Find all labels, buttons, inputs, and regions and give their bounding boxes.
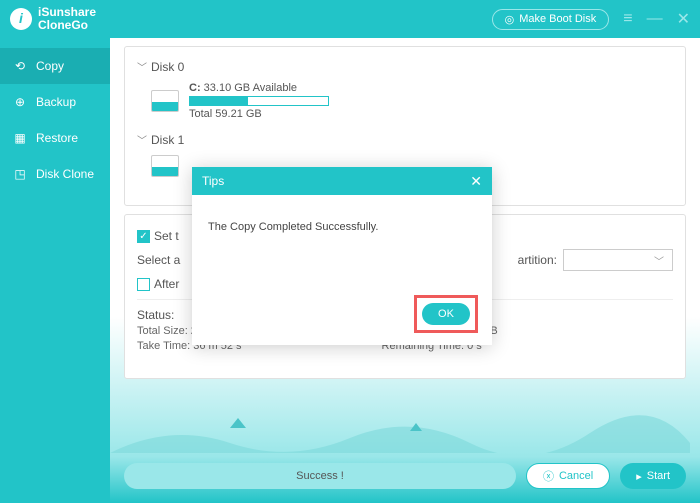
tips-dialog: Tips ✕ The Copy Completed Successfully. …: [192, 167, 492, 345]
disc-icon: ◎: [505, 13, 515, 26]
sidebar-label: Restore: [36, 131, 78, 145]
ok-highlight: OK: [414, 295, 478, 333]
backup-icon: ⊕: [12, 94, 28, 110]
after-text: After: [154, 277, 179, 291]
sidebar-item-restore[interactable]: ▦ Restore: [0, 120, 110, 156]
drive-available: 33.10 GB Available: [204, 82, 297, 94]
close-icon[interactable]: ✕: [677, 9, 690, 29]
minimize-icon[interactable]: —: [647, 10, 663, 28]
disk-clone-icon: ◳: [12, 166, 28, 182]
disk1-label: Disk 1: [151, 133, 184, 147]
app-logo: i iSunshare CloneGo: [10, 6, 96, 32]
dialog-title: Tips: [202, 174, 224, 188]
drive-letter: C:: [189, 82, 201, 94]
logo-icon: i: [10, 8, 32, 30]
disk0-label: Disk 0: [151, 60, 184, 74]
select-prefix: Select a: [137, 253, 180, 267]
titlebar: i iSunshare CloneGo ◎ Make Boot Disk ≡ —…: [0, 0, 700, 38]
drive-icon: [151, 155, 179, 177]
chevron-down-icon: ﹀: [137, 132, 147, 147]
cancel-label: Cancel: [559, 470, 593, 482]
dialog-message: The Copy Completed Successfully.: [208, 221, 476, 233]
start-button[interactable]: ▸ Start: [620, 463, 686, 489]
make-boot-disk-button[interactable]: ◎ Make Boot Disk: [492, 9, 610, 30]
sidebar-label: Backup: [36, 95, 76, 109]
progress-bar: Success !: [124, 463, 516, 489]
sidebar-item-backup[interactable]: ⊕ Backup: [0, 84, 110, 120]
play-icon: ▸: [636, 470, 642, 483]
drive-total: Total 59.21 GB: [189, 108, 329, 120]
dialog-close-icon[interactable]: ✕: [470, 173, 482, 190]
checkbox-after[interactable]: [137, 278, 150, 291]
sidebar: ⟲ Copy ⊕ Backup ▦ Restore ◳ Disk Clone: [0, 38, 110, 503]
chevron-down-icon: ﹀: [137, 59, 147, 74]
checkbox-set-target[interactable]: ✓: [137, 230, 150, 243]
partition-suffix: artition:: [518, 253, 557, 267]
sidebar-item-disk-clone[interactable]: ◳ Disk Clone: [0, 156, 110, 192]
make-boot-label: Make Boot Disk: [519, 13, 596, 25]
disk0-header[interactable]: ﹀ Disk 0: [137, 59, 673, 74]
start-label: Start: [647, 470, 670, 482]
ok-button[interactable]: OK: [422, 303, 470, 325]
dialog-header: Tips ✕: [192, 167, 492, 195]
partition-dropdown[interactable]: ﹀: [563, 249, 673, 271]
footer: Success ! ⓧ Cancel ▸ Start: [124, 463, 686, 489]
decorative-hills: [110, 413, 690, 453]
copy-icon: ⟲: [12, 58, 28, 74]
usage-bar: [189, 96, 329, 106]
sidebar-label: Copy: [36, 59, 64, 73]
cancel-button[interactable]: ⓧ Cancel: [526, 463, 610, 489]
app-name-2: CloneGo: [38, 19, 96, 32]
restore-icon: ▦: [12, 130, 28, 146]
sidebar-label: Disk Clone: [36, 167, 94, 181]
drive-icon: [151, 90, 179, 112]
set-target-text: Set t: [154, 229, 179, 243]
disk0-partition[interactable]: C: 33.10 GB Available Total 59.21 GB: [137, 78, 673, 128]
menu-icon[interactable]: ≡: [623, 10, 632, 28]
sidebar-item-copy[interactable]: ⟲ Copy: [0, 48, 110, 84]
disk1-header[interactable]: ﹀ Disk 1: [137, 132, 673, 147]
cancel-icon: ⓧ: [543, 468, 554, 484]
